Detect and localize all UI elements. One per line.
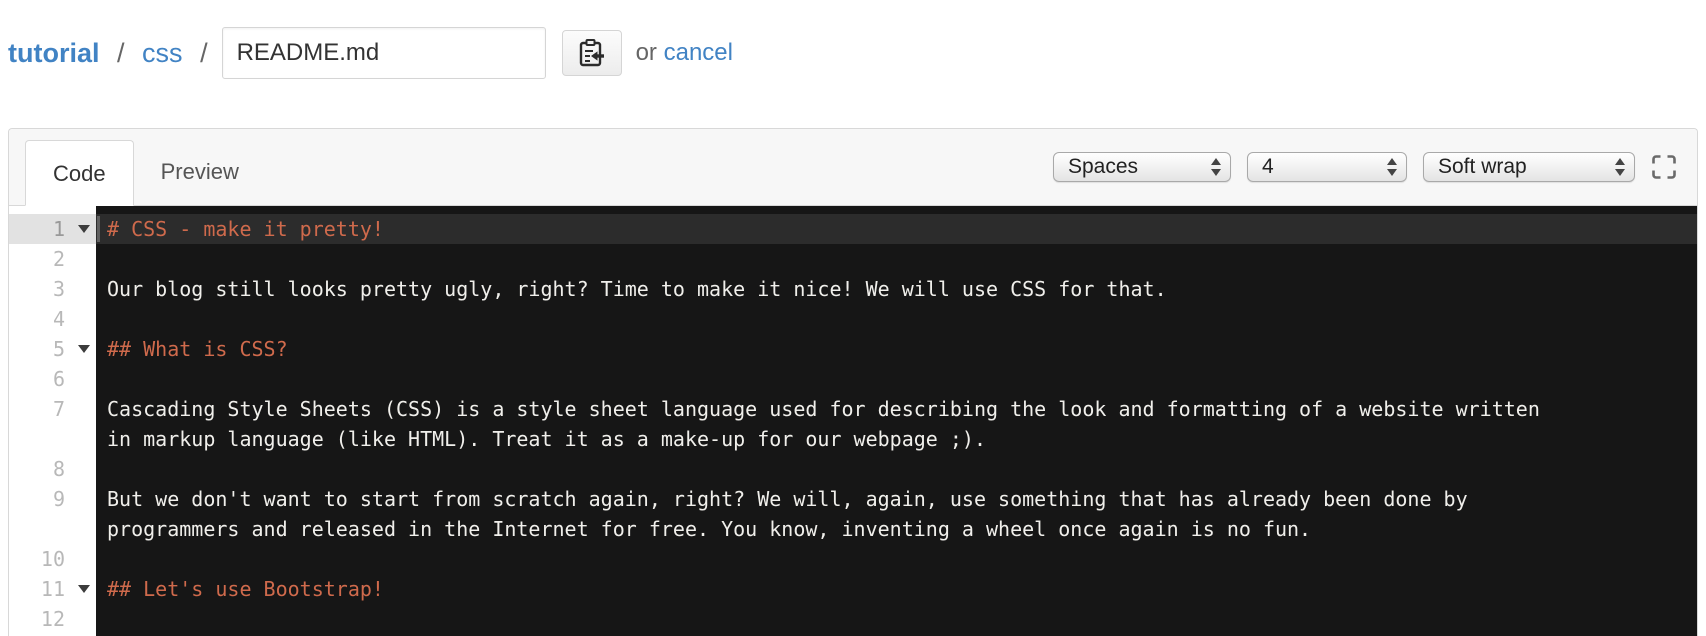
code-row[interactable]: # CSS - make it pretty! (96, 214, 1697, 244)
line-number: 4 (52, 307, 65, 331)
line-number: 8 (52, 457, 65, 481)
select-arrows-icon (1211, 158, 1221, 176)
fullscreen-button[interactable] (1651, 154, 1677, 180)
code-row[interactable] (96, 544, 1697, 574)
editor-panel: Code Preview Spaces 4 Soft wrap 1 2 3 4 … (8, 128, 1698, 636)
editor-toolbar: Spaces 4 Soft wrap (1053, 152, 1697, 182)
breadcrumb-separator: / (117, 37, 125, 68)
code-row[interactable]: But we don't want to start from scratch … (96, 484, 1697, 514)
breadcrumb-folder-link[interactable]: css (142, 38, 183, 68)
code-editor: 12345678910111213 # CSS - make it pretty… (9, 206, 1697, 636)
line-number: 6 (52, 367, 65, 391)
line-number (9, 514, 96, 544)
filename-input[interactable] (221, 27, 546, 79)
code-row[interactable] (96, 454, 1697, 484)
text-cursor (97, 216, 100, 242)
code-row[interactable] (96, 244, 1697, 274)
wrap-mode-value: Soft wrap (1438, 155, 1527, 178)
select-arrows-icon (1387, 158, 1397, 176)
fold-down-arrow-icon[interactable] (78, 585, 90, 593)
or-cancel: or cancel (636, 39, 733, 67)
code-row[interactable]: ## Let's use Bootstrap! (96, 574, 1697, 604)
select-arrows-icon (1615, 158, 1625, 176)
code-row[interactable]: Cascading Style Sheets (CSS) is a style … (96, 394, 1697, 424)
line-number: 10 (40, 547, 65, 571)
fold-down-arrow-icon[interactable] (78, 345, 90, 353)
line-number (9, 424, 96, 454)
fold-down-arrow-icon[interactable] (78, 225, 90, 233)
tab-code[interactable]: Code (25, 140, 134, 206)
code-row[interactable]: in markup language (like HTML). Treat it… (96, 424, 1697, 454)
breadcrumb-repo-link[interactable]: tutorial (8, 38, 100, 68)
editor-panel-header: Code Preview Spaces 4 Soft wrap (9, 129, 1697, 206)
code-row[interactable]: ## What is CSS? (96, 334, 1697, 364)
line-number: 3 (52, 277, 65, 301)
screen-full-icon (1651, 154, 1677, 180)
file-header-bar: tutorial / css / or cancel (0, 0, 1706, 79)
clipboard-paste-icon (578, 38, 605, 68)
code-row[interactable] (96, 604, 1697, 634)
breadcrumb-separator: / (200, 37, 208, 68)
code-row[interactable]: programmers and released in the Internet… (96, 514, 1697, 544)
gutter: 12345678910111213 (9, 206, 96, 636)
cancel-link[interactable]: cancel (664, 39, 733, 66)
line-number: 2 (52, 247, 65, 271)
code-row[interactable]: Our blog still looks pretty ugly, right?… (96, 274, 1697, 304)
indent-mode-value: Spaces (1068, 155, 1139, 178)
indent-mode-select[interactable]: Spaces (1053, 152, 1231, 182)
tab-preview[interactable]: Preview (134, 139, 266, 205)
or-text: or (635, 39, 657, 66)
indent-size-value: 4 (1262, 155, 1274, 178)
line-number: 5 (9, 334, 96, 364)
indent-size-select[interactable]: 4 (1247, 152, 1407, 182)
line-number: 12 (40, 607, 65, 631)
line-number: 9 (52, 487, 65, 511)
code-area[interactable]: # CSS - make it pretty! Our blog still lo… (96, 206, 1697, 636)
wrap-mode-select[interactable]: Soft wrap (1423, 152, 1635, 182)
line-number: 11 (9, 574, 96, 604)
code-row[interactable] (96, 304, 1697, 334)
line-number: 1 (9, 214, 96, 244)
breadcrumb: tutorial / css / (8, 38, 218, 69)
line-number: 7 (52, 397, 65, 421)
clipboard-paste-button[interactable] (561, 30, 622, 76)
code-row[interactable] (96, 364, 1697, 394)
